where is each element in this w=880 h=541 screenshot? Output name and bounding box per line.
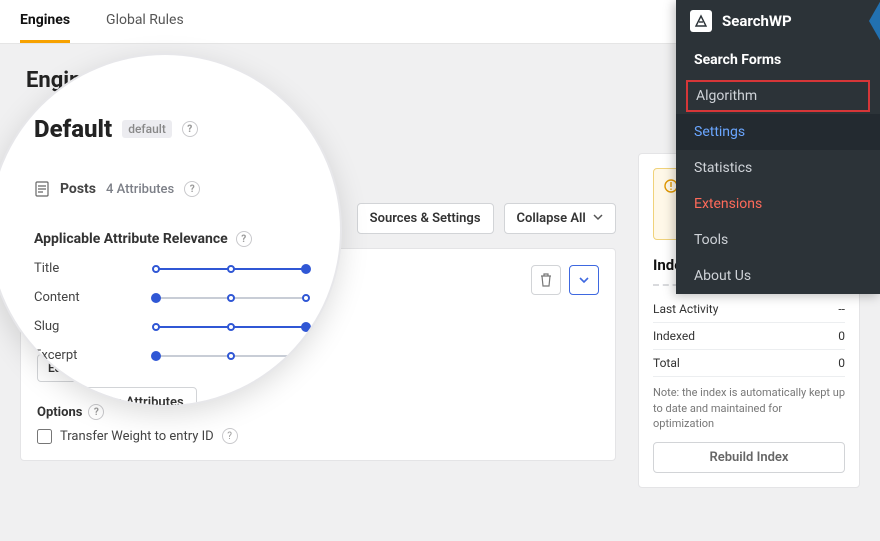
- slider-node[interactable]: [301, 322, 311, 332]
- stat-indexed: Indexed 0: [653, 323, 845, 350]
- options-heading: Options ?: [37, 404, 599, 420]
- chevron-down-icon: [593, 211, 603, 226]
- attribute-label: Title: [34, 261, 96, 276]
- slider-node[interactable]: [302, 352, 310, 360]
- trash-icon: [540, 273, 552, 287]
- slider-node[interactable]: [227, 352, 235, 360]
- active-menu-arrow-icon: [869, 0, 880, 42]
- relevance-heading: Applicable Attribute Relevance ?: [34, 231, 306, 247]
- relevance-slider[interactable]: [156, 349, 306, 363]
- tab-engines[interactable]: Engines: [20, 0, 70, 43]
- magnifier-overlay: Default default ? Posts 4 Attributes ? A…: [0, 55, 340, 405]
- relevance-slider[interactable]: [156, 262, 306, 276]
- transfer-weight-option[interactable]: Transfer Weight to entry ID ?: [37, 428, 599, 444]
- slider-node[interactable]: [227, 294, 235, 302]
- slider-node[interactable]: [151, 351, 161, 361]
- source-posts-header: Posts 4 Attributes ?: [34, 181, 306, 197]
- delete-source-button[interactable]: [531, 265, 561, 295]
- attribute-row: Content: [34, 290, 306, 305]
- stat-total: Total 0: [653, 350, 845, 377]
- engine-slug-badge: default: [122, 120, 172, 138]
- plugin-brand-label: SearchWP: [722, 12, 792, 30]
- submenu-item-extensions[interactable]: Extensions: [676, 186, 880, 222]
- slider-node[interactable]: [151, 293, 161, 303]
- help-icon[interactable]: ?: [222, 428, 238, 444]
- attribute-label: Slug: [34, 319, 96, 334]
- slider-node[interactable]: [301, 264, 311, 274]
- relevance-slider[interactable]: [156, 291, 306, 305]
- slider-node[interactable]: [152, 265, 160, 273]
- slider-node[interactable]: [227, 265, 235, 273]
- help-icon[interactable]: ?: [88, 404, 104, 420]
- slider-node[interactable]: [302, 294, 310, 302]
- rebuild-index-button[interactable]: Rebuild Index: [653, 442, 845, 473]
- sources-settings-button[interactable]: Sources & Settings: [357, 203, 494, 234]
- engine-title: Default default ?: [34, 115, 306, 143]
- expand-source-button[interactable]: [569, 265, 599, 295]
- submenu-item-tools[interactable]: Tools: [676, 222, 880, 258]
- attribute-count: 4 Attributes: [106, 182, 174, 197]
- help-icon[interactable]: ?: [236, 231, 252, 247]
- index-note: Note: the index is automatically kept up…: [653, 385, 845, 431]
- attribute-row: Slug: [34, 319, 306, 334]
- slider-node[interactable]: [152, 323, 160, 331]
- searchwp-logo-icon: [690, 10, 712, 32]
- submenu-item-about-us[interactable]: About Us: [676, 258, 880, 294]
- transfer-weight-label: Transfer Weight to entry ID: [60, 429, 214, 444]
- submenu-item-algorithm[interactable]: Algorithm: [686, 80, 870, 112]
- slider-node[interactable]: [227, 323, 235, 331]
- admin-submenu: SearchWP Search FormsAlgorithmSettingsSt…: [676, 0, 880, 294]
- stat-last-activity: Last Activity --: [653, 296, 845, 323]
- submenu-item-search-forms[interactable]: Search Forms: [676, 42, 880, 78]
- attribute-label: Content: [34, 290, 96, 305]
- tab-global-rules[interactable]: Global Rules: [106, 0, 184, 43]
- chevron-down-icon: [579, 275, 589, 285]
- collapse-all-label: Collapse All: [517, 211, 586, 226]
- help-icon[interactable]: ?: [182, 121, 198, 137]
- plugin-brand[interactable]: SearchWP: [676, 0, 880, 42]
- collapse-all-button[interactable]: Collapse All: [504, 203, 616, 234]
- submenu-item-statistics[interactable]: Statistics: [676, 150, 880, 186]
- submenu-item-settings[interactable]: Settings: [676, 114, 880, 150]
- posts-icon: [34, 181, 50, 197]
- relevance-slider[interactable]: [156, 320, 306, 334]
- transfer-weight-checkbox[interactable]: [37, 429, 52, 444]
- attribute-row: Excerpt: [34, 348, 306, 363]
- attribute-row: Title: [34, 261, 306, 276]
- help-icon[interactable]: ?: [184, 181, 200, 197]
